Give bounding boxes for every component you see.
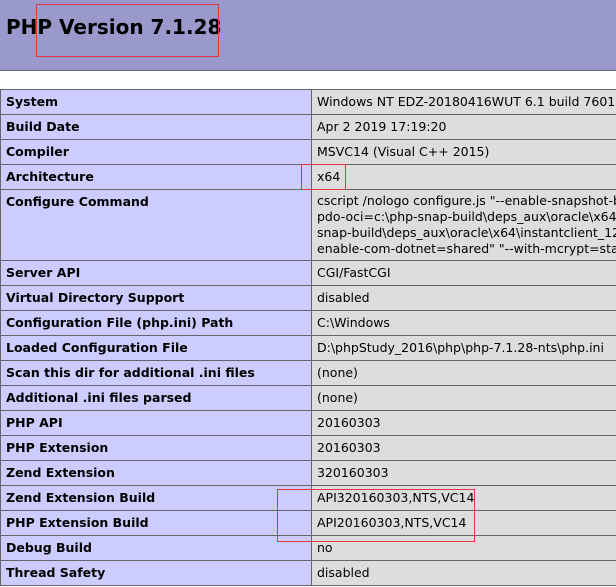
row-value: MSVC14 (Visual C++ 2015) bbox=[311, 139, 616, 165]
row-value: x64 bbox=[311, 164, 616, 190]
row-value: (none) bbox=[311, 360, 616, 386]
table-row: Compiler MSVC14 (Visual C++ 2015) bbox=[0, 139, 616, 165]
row-value: API320160303,NTS,VC14 bbox=[311, 485, 616, 511]
page-header: PHP Version 7.1.28 bbox=[0, 0, 616, 71]
row-value: 20160303 bbox=[311, 435, 616, 461]
row-key: Zend Extension bbox=[0, 460, 312, 486]
row-value: disabled bbox=[311, 285, 616, 311]
row-key: Scan this dir for additional .ini files bbox=[0, 360, 312, 386]
row-value: cscript /nologo configure.js "--enable-s… bbox=[311, 189, 616, 261]
table-row: Additional .ini files parsed (none) bbox=[0, 385, 616, 411]
row-key: Additional .ini files parsed bbox=[0, 385, 312, 411]
row-key: Loaded Configuration File bbox=[0, 335, 312, 361]
row-key: Thread Safety bbox=[0, 560, 312, 586]
table-row: Build Date Apr 2 2019 17:19:20 bbox=[0, 114, 616, 140]
row-value: no bbox=[311, 535, 616, 561]
row-key: Configuration File (php.ini) Path bbox=[0, 310, 312, 336]
table-row: Virtual Directory Support disabled bbox=[0, 285, 616, 311]
table-row: System Windows NT EDZ-20180416WUT 6.1 bui… bbox=[0, 89, 616, 115]
table-row: PHP Extension 20160303 bbox=[0, 435, 616, 461]
row-value-line: snap-build\deps_aux\oracle\x64\instantcl… bbox=[317, 225, 616, 240]
table-row: Zend Extension 320160303 bbox=[0, 460, 616, 486]
row-key: PHP Extension Build bbox=[0, 510, 312, 536]
row-key: System bbox=[0, 89, 312, 115]
row-value-line: pdo-oci=c:\php-snap-build\deps_aux\oracl… bbox=[317, 209, 616, 224]
row-value: 20160303 bbox=[311, 410, 616, 436]
row-key: PHP Extension bbox=[0, 435, 312, 461]
row-value: Apr 2 2019 17:19:20 bbox=[311, 114, 616, 140]
row-value: (none) bbox=[311, 385, 616, 411]
php-info-table: System Windows NT EDZ-20180416WUT 6.1 bui… bbox=[0, 89, 616, 586]
row-value: API20160303,NTS,VC14 bbox=[311, 510, 616, 536]
page-title: PHP Version 7.1.28 bbox=[6, 15, 222, 39]
table-row: Loaded Configuration File D:\phpStudy_201… bbox=[0, 335, 616, 361]
row-value-line: enable-com-dotnet=shared" "--with-mcrypt… bbox=[317, 241, 616, 256]
row-key: Server API bbox=[0, 260, 312, 286]
row-key: Zend Extension Build bbox=[0, 485, 312, 511]
table-row: Scan this dir for additional .ini files(… bbox=[0, 360, 616, 386]
row-key: Architecture bbox=[0, 164, 312, 190]
table-row: Debug Build no bbox=[0, 535, 616, 561]
row-key: Debug Build bbox=[0, 535, 312, 561]
table-row: Configuration File (php.ini) Path C:\Wind… bbox=[0, 310, 616, 336]
row-value: disabled bbox=[311, 560, 616, 586]
row-value: C:\Windows bbox=[311, 310, 616, 336]
row-value: D:\phpStudy_2016\php\php-7.1.28-nts\php.… bbox=[311, 335, 616, 361]
row-value: 320160303 bbox=[311, 460, 616, 486]
row-value: CGI/FastCGI bbox=[311, 260, 616, 286]
row-value: Windows NT EDZ-20180416WUT 6.1 build 760… bbox=[311, 89, 616, 115]
table-row: PHP API 20160303 bbox=[0, 410, 616, 436]
row-key: Build Date bbox=[0, 114, 312, 140]
table-row: Server API CGI/FastCGI bbox=[0, 260, 616, 286]
table-row: Thread Safety disabled bbox=[0, 560, 616, 586]
row-value-line: cscript /nologo configure.js "--enable-s… bbox=[317, 193, 616, 208]
row-key: Compiler bbox=[0, 139, 312, 165]
table-row: Configure Command cscript /nologo configu… bbox=[0, 189, 616, 261]
table-row: PHP Extension Build API20160303,NTS,VC14 bbox=[0, 510, 616, 536]
row-key: Virtual Directory Support bbox=[0, 285, 312, 311]
table-row: Zend Extension Build API320160303,NTS,VC1… bbox=[0, 485, 616, 511]
table-row: Architecture x64 bbox=[0, 164, 616, 190]
row-key: Configure Command bbox=[0, 189, 312, 261]
row-key: PHP API bbox=[0, 410, 312, 436]
